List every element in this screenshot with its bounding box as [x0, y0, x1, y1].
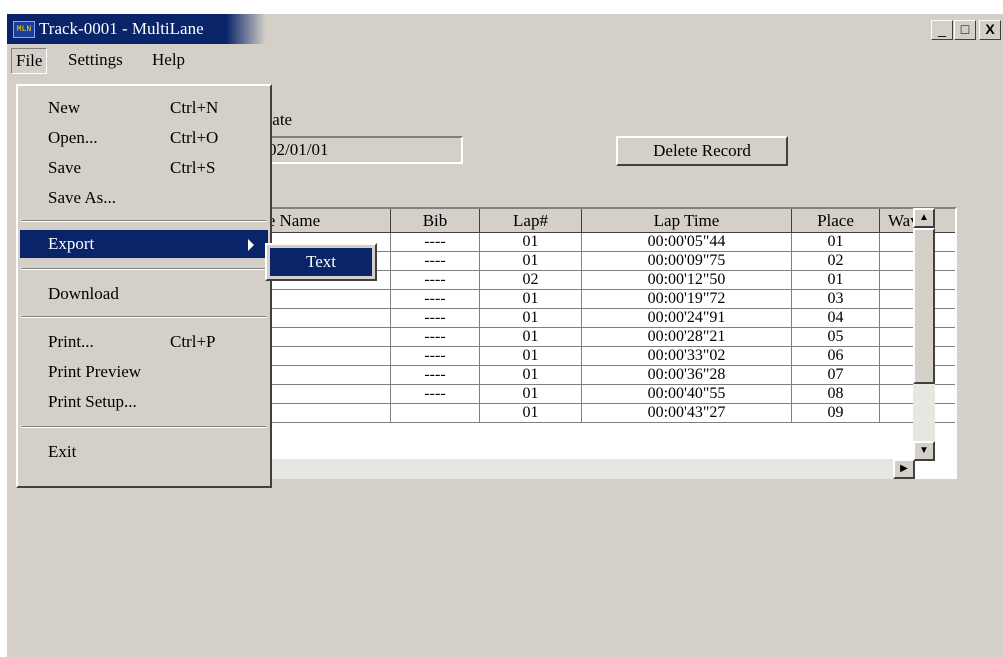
cell-lap-time[interactable]: 00:00'28"21	[582, 328, 792, 347]
cell-bib[interactable]: ----	[391, 366, 480, 385]
scroll-right-button[interactable]: ▶	[893, 459, 915, 479]
menu-separator	[22, 220, 266, 222]
menu-item-label: Print Preview	[48, 362, 142, 381]
menu-item-exit[interactable]: Exit	[20, 438, 268, 466]
menu-item-export[interactable]: Export	[20, 230, 268, 258]
cell-place[interactable]: 06	[792, 347, 880, 366]
cell-bib[interactable]: ----	[391, 271, 480, 290]
cell-place[interactable]: 08	[792, 385, 880, 404]
cell-lap[interactable]: 01	[480, 328, 582, 347]
cell-lap[interactable]: 01	[480, 252, 582, 271]
vertical-scrollbar[interactable]: ▲ ▼	[913, 208, 935, 461]
menu-separator	[22, 268, 266, 270]
cell-place[interactable]: 05	[792, 328, 880, 347]
menu-item-label: Exit	[48, 442, 77, 461]
menu-settings[interactable]: Settings	[64, 48, 127, 72]
column-header-bib[interactable]: Bib	[391, 209, 480, 233]
close-button[interactable]: X	[979, 20, 1001, 40]
cell-lap[interactable]: 01	[480, 366, 582, 385]
cell-lap[interactable]: 01	[480, 290, 582, 309]
cell-place[interactable]: 01	[792, 271, 880, 290]
cell-bib[interactable]: ----	[391, 328, 480, 347]
main-window: MLN Track-0001 - MultiLane _ □ X File Se…	[7, 14, 1003, 657]
window-title: Track-0001 - MultiLane	[39, 19, 204, 38]
submenu-item-text[interactable]: Text	[270, 248, 372, 276]
title-bar[interactable]: MLN Track-0001 - MultiLane _ □ X	[7, 14, 1003, 44]
menu-item-open[interactable]: Open... Ctrl+O	[20, 124, 268, 152]
delete-record-button[interactable]: Delete Record	[616, 136, 788, 166]
menu-separator	[22, 426, 266, 428]
cell-bib[interactable]: ----	[391, 347, 480, 366]
cell-place[interactable]: 09	[792, 404, 880, 423]
cell-lap[interactable]: 02	[480, 271, 582, 290]
cell-place[interactable]: 03	[792, 290, 880, 309]
menu-item-shortcut: Ctrl+N	[170, 98, 219, 117]
menu-item-shortcut: Ctrl+P	[170, 332, 216, 351]
menu-help[interactable]: Help	[148, 48, 189, 72]
menu-item-label: Save As...	[48, 188, 116, 207]
cell-place[interactable]: 04	[792, 309, 880, 328]
cell-bib[interactable]: ----	[391, 309, 480, 328]
cell-place[interactable]: 02	[792, 252, 880, 271]
date-field[interactable]: 02/01/01	[260, 136, 463, 164]
menu-item-print[interactable]: Print... Ctrl+P	[20, 328, 268, 356]
cell-bib[interactable]: ----	[391, 252, 480, 271]
column-header-lap-time[interactable]: Lap Time	[582, 209, 792, 233]
cell-lap-time[interactable]: 00:00'43"27	[582, 404, 792, 423]
cell-lap-time[interactable]: 00:00'36"28	[582, 366, 792, 385]
cell-bib[interactable]: ----	[391, 385, 480, 404]
cell-lap-time[interactable]: 00:00'24"91	[582, 309, 792, 328]
cell-lap[interactable]: 01	[480, 347, 582, 366]
menu-bar: File Settings Help	[7, 44, 1003, 74]
cell-lap-time[interactable]: 00:00'33"02	[582, 347, 792, 366]
menu-item-label: Download	[48, 284, 119, 303]
menu-item-new[interactable]: New Ctrl+N	[20, 94, 268, 122]
cell-lap[interactable]: 01	[480, 385, 582, 404]
submenu-arrow-icon	[248, 239, 254, 251]
cell-place[interactable]: 01	[792, 233, 880, 252]
scroll-thumb[interactable]	[913, 228, 935, 384]
menu-item-label: Export	[48, 234, 95, 253]
scroll-up-button[interactable]: ▲	[913, 208, 935, 228]
minimize-button[interactable]: _	[931, 20, 953, 40]
menu-item-label: New	[48, 98, 81, 117]
scroll-down-button[interactable]: ▼	[913, 441, 935, 461]
menu-file[interactable]: File	[11, 48, 48, 74]
cell-lap-time[interactable]: 00:00'05"44	[582, 233, 792, 252]
menu-item-shortcut: Ctrl+O	[170, 128, 219, 147]
menu-item-print-preview[interactable]: Print Preview	[20, 358, 268, 386]
app-icon[interactable]: MLN	[13, 21, 35, 38]
menu-item-label: Print Setup...	[48, 392, 137, 411]
cell-lap-time[interactable]: 00:00'19"72	[582, 290, 792, 309]
cell-lap-time[interactable]: 00:00'12"50	[582, 271, 792, 290]
column-header-place[interactable]: Place	[792, 209, 880, 233]
menu-item-print-setup[interactable]: Print Setup...	[20, 388, 268, 416]
menu-separator	[22, 316, 266, 318]
menu-item-shortcut: Ctrl+S	[170, 158, 216, 177]
menu-item-save[interactable]: Save Ctrl+S	[20, 154, 268, 182]
menu-item-label: Open...	[48, 128, 98, 147]
menu-item-label: Save	[48, 158, 82, 177]
cell-lap-time[interactable]: 00:00'40"55	[582, 385, 792, 404]
cell-place[interactable]: 07	[792, 366, 880, 385]
export-submenu: Text	[265, 243, 377, 281]
cell-bib[interactable]: ----	[391, 290, 480, 309]
cell-lap-time[interactable]: 00:00'09"75	[582, 252, 792, 271]
menu-item-label: Print...	[48, 332, 94, 351]
column-header-lap[interactable]: Lap#	[480, 209, 582, 233]
maximize-button[interactable]: □	[954, 20, 976, 40]
cell-bib[interactable]: ----	[391, 233, 480, 252]
menu-item-save-as[interactable]: Save As...	[20, 184, 268, 212]
cell-lap[interactable]: 01	[480, 233, 582, 252]
cell-lap[interactable]: 01	[480, 309, 582, 328]
file-menu-dropdown: New Ctrl+N Open... Ctrl+O Save Ctrl+S Sa…	[16, 84, 272, 488]
cell-bib[interactable]	[391, 404, 480, 423]
menu-item-download[interactable]: Download	[20, 280, 268, 308]
cell-lap[interactable]: 01	[480, 404, 582, 423]
